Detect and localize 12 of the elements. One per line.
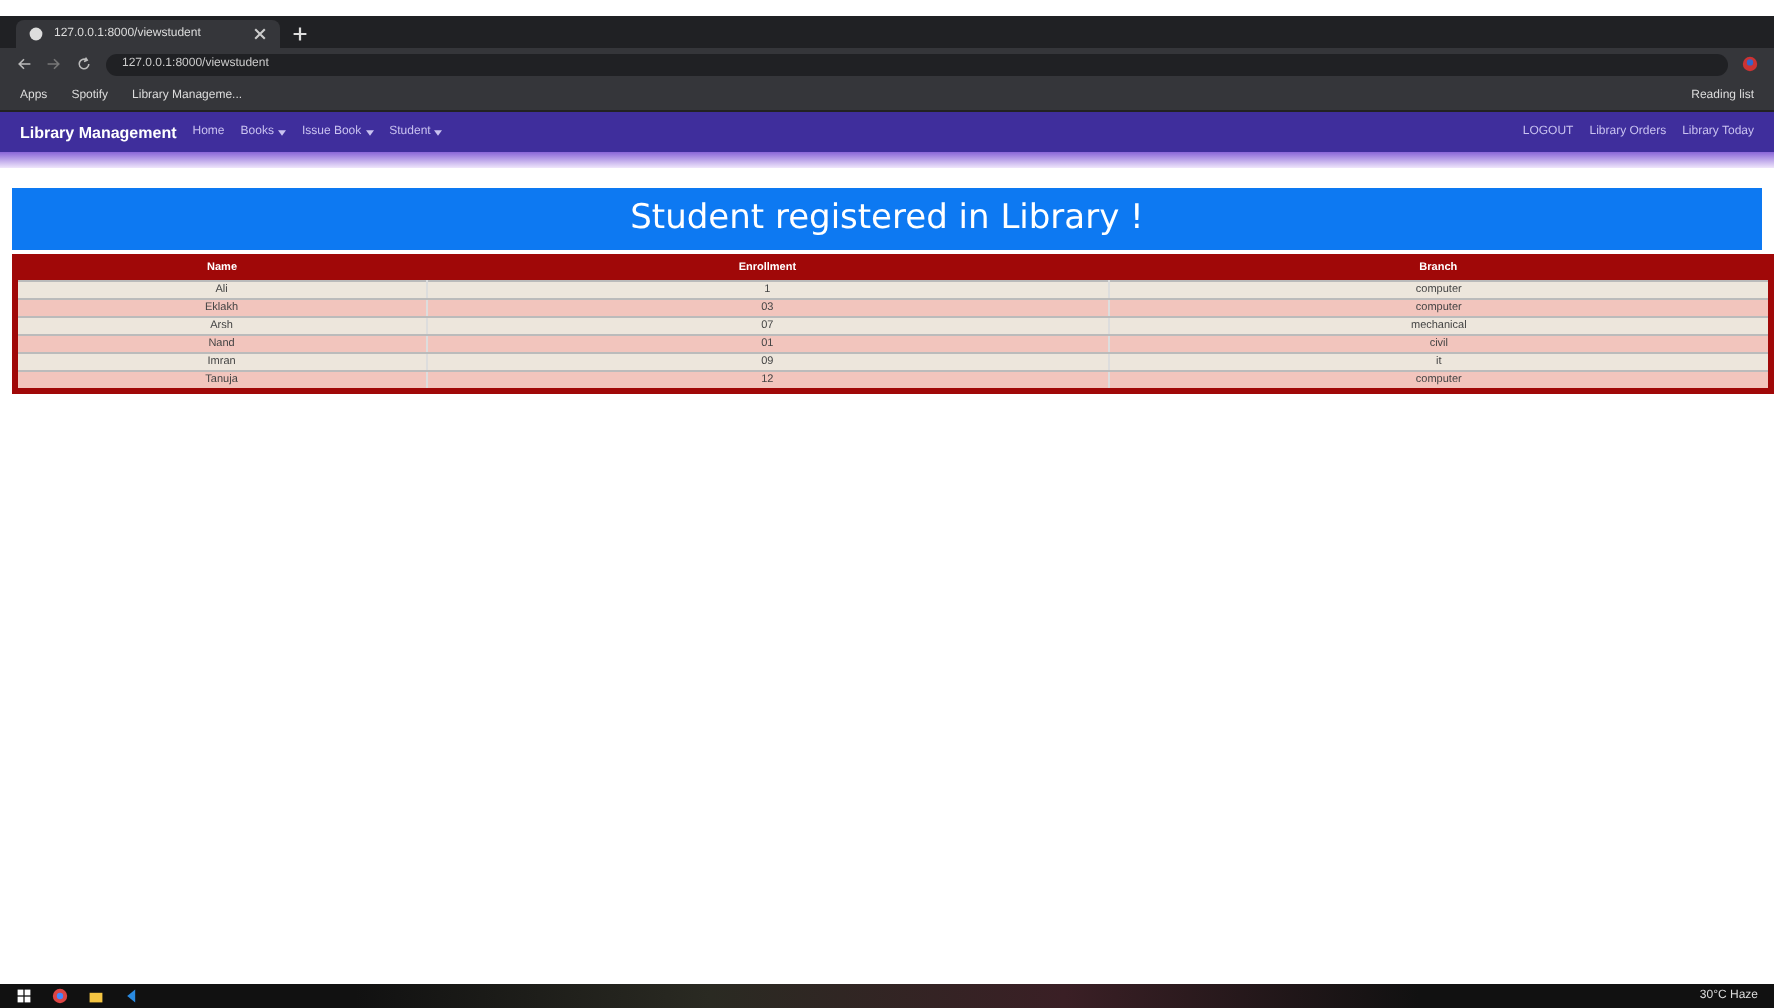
windows-icon[interactable] bbox=[16, 988, 32, 1004]
brand-link[interactable]: Library Management bbox=[20, 123, 177, 141]
caret-icon[interactable] bbox=[434, 129, 443, 135]
caret-icon[interactable] bbox=[365, 129, 374, 135]
page-heading: Student registered in Library ! bbox=[12, 188, 1762, 250]
new-tab-icon[interactable] bbox=[292, 26, 308, 42]
folder-icon[interactable] bbox=[88, 988, 104, 1004]
close-icon[interactable] bbox=[252, 26, 268, 42]
reload-icon[interactable] bbox=[76, 56, 92, 72]
caret-icon[interactable] bbox=[277, 129, 286, 135]
back-icon[interactable] bbox=[16, 56, 32, 72]
forward-icon[interactable] bbox=[46, 56, 62, 72]
